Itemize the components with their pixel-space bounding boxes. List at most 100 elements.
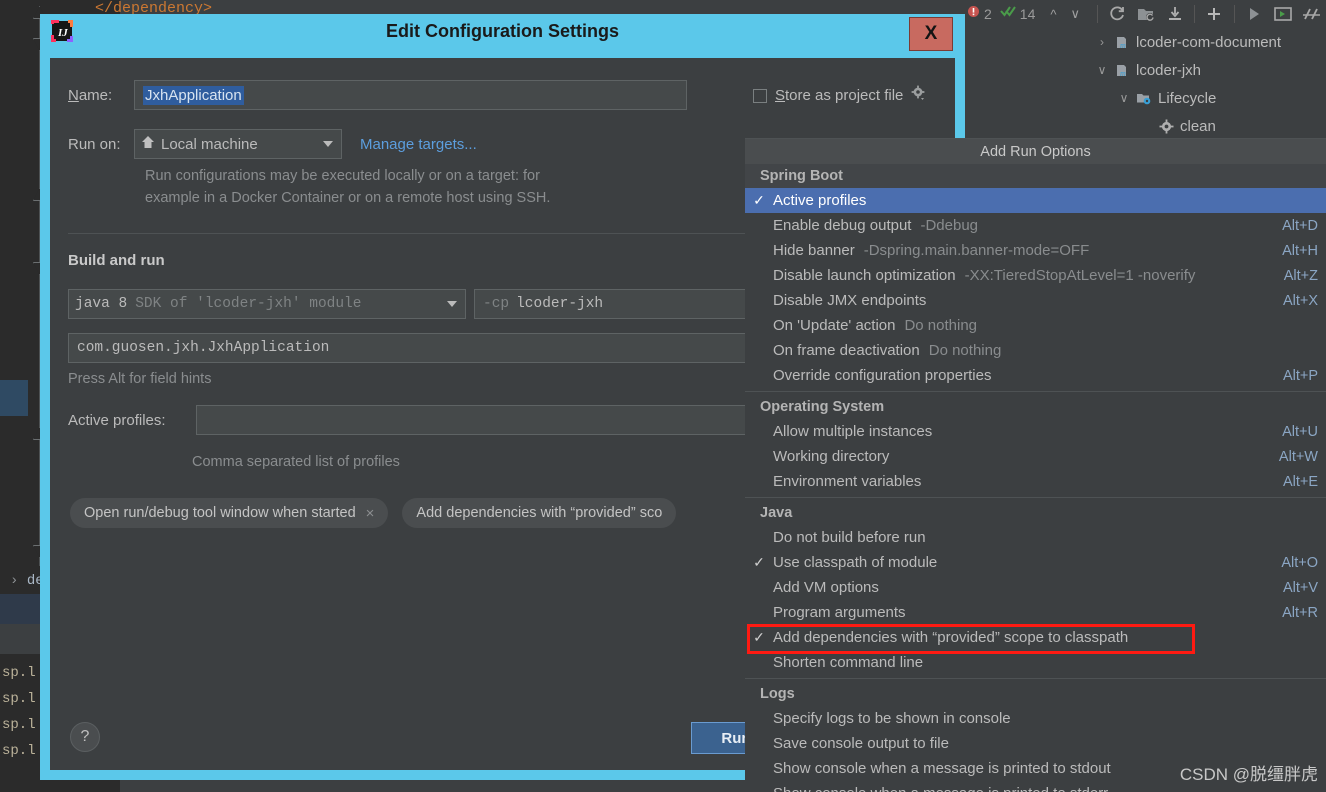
menu-item-label: Enable debug output xyxy=(773,217,912,234)
main-class-input[interactable]: com.guosen.jxh.JxhApplication xyxy=(68,333,774,363)
chevron-down-icon[interactable]: ∨ xyxy=(1092,63,1112,77)
menu-item-label: Disable launch optimization xyxy=(773,267,956,284)
classpath-prefix: -cp xyxy=(483,296,510,312)
execute-maven-goal-icon[interactable] xyxy=(1269,1,1298,27)
toggle-offline-icon[interactable] xyxy=(1297,1,1326,27)
ide-toolbar[interactable]: 2 14 ^ ∨ xyxy=(963,0,1326,28)
menu-item[interactable]: Environment variables Alt+E xyxy=(745,469,1326,494)
menu-item[interactable]: ✓ Use classpath of module Alt+O xyxy=(745,550,1326,575)
menu-item-label: Show console when a message is printed t… xyxy=(773,760,1111,777)
chevron-right-icon[interactable]: › xyxy=(1092,35,1112,49)
menu-item[interactable]: Program arguments Alt+R xyxy=(745,600,1326,625)
jdk-sub-label: SDK of 'lcoder-jxh' module xyxy=(135,296,362,312)
chevron-down-icon[interactable] xyxy=(323,141,333,147)
menu-separator xyxy=(745,391,1326,392)
store-as-project-file-checkbox[interactable] xyxy=(753,88,767,103)
menu-item[interactable]: On 'Update' action Do nothing xyxy=(745,313,1326,338)
menu-item-shortcut: Alt+U xyxy=(1282,423,1318,440)
svg-text:m: m xyxy=(1120,41,1126,50)
maven-tool-window[interactable]: › m lcoder-com-document ∨ m lcoder-jxh ∨… xyxy=(1084,28,1326,138)
menu-item-shortcut: Alt+H xyxy=(1282,242,1318,259)
check-icon: ✓ xyxy=(753,554,765,570)
jdk-main-label: java 8 xyxy=(75,296,128,312)
maven-tree-item[interactable]: ∨ m lcoder-jxh xyxy=(1084,56,1326,84)
inspection-badge[interactable]: 14 xyxy=(1000,5,1036,23)
menu-item[interactable]: Do not build before run xyxy=(745,525,1326,550)
active-profiles-input[interactable] xyxy=(196,405,792,435)
menu-item-shortcut: Alt+V xyxy=(1282,579,1318,596)
jdk-select[interactable]: java 8 SDK of 'lcoder-jxh' module xyxy=(68,289,466,319)
menu-item-label: Shorten command line xyxy=(773,654,924,671)
download-sources-icon[interactable] xyxy=(1160,1,1189,27)
maven-tree-item-label: clean xyxy=(1180,117,1216,135)
error-count: 2 xyxy=(984,6,992,22)
menu-item-label: Specify logs to be shown in console xyxy=(773,710,1011,727)
check-icon: ✓ xyxy=(753,192,765,208)
manage-targets-link[interactable]: Manage targets... xyxy=(360,136,477,153)
dialog-title-bar: IJ Edit Configuration Settings X xyxy=(40,14,965,51)
chevron-down-icon[interactable]: ∨ xyxy=(1114,91,1134,105)
chip-label: Open run/debug tool window when started xyxy=(84,505,356,521)
maven-tree-item[interactable]: ∨ Lifecycle xyxy=(1084,84,1326,112)
menu-item[interactable]: Shorten command line xyxy=(745,650,1326,675)
run-on-value: Local machine xyxy=(161,135,258,153)
chevron-down-icon[interactable]: ∨ xyxy=(1063,6,1087,22)
home-icon xyxy=(141,135,155,153)
refresh-icon[interactable] xyxy=(1103,1,1132,27)
close-icon[interactable]: X xyxy=(909,17,953,51)
maven-tree-item[interactable]: clean xyxy=(1084,112,1326,140)
close-icon[interactable]: × xyxy=(366,505,375,522)
plus-icon[interactable] xyxy=(1200,1,1229,27)
classpath-input[interactable]: -cp lcoder-jxh xyxy=(474,289,774,319)
chevron-down-icon[interactable] xyxy=(447,301,457,307)
menu-item-sublabel: -Dspring.main.banner-mode=OFF xyxy=(863,242,1090,259)
option-chips: Open run/debug tool window when started … xyxy=(70,498,677,528)
name-input[interactable]: JxhApplication xyxy=(134,80,687,110)
menu-item[interactable]: Specify logs to be shown in console xyxy=(745,706,1326,731)
menu-item[interactable]: Working directory Alt+W xyxy=(745,444,1326,469)
help-button[interactable]: ? xyxy=(70,722,100,752)
run-on-hint: Run configurations may be executed local… xyxy=(145,165,705,209)
menu-item[interactable]: Save console output to file xyxy=(745,731,1326,756)
warning-count: 14 xyxy=(1019,6,1036,22)
maven-tree-item[interactable]: › m lcoder-com-document xyxy=(1084,28,1326,56)
store-as-project-file-row[interactable]: Store as project file xyxy=(753,85,927,106)
menu-item[interactable]: Add VM options Alt+V xyxy=(745,575,1326,600)
menu-item[interactable]: Allow multiple instances Alt+U xyxy=(745,419,1326,444)
gear-icon[interactable] xyxy=(911,85,927,106)
gear-icon xyxy=(1156,119,1176,134)
menu-item[interactable]: Enable debug output -Ddebug Alt+D xyxy=(745,213,1326,238)
add-maven-project-icon[interactable] xyxy=(1132,1,1161,27)
menu-item[interactable]: ✓ Active profiles xyxy=(745,188,1326,213)
chip-add-dependencies-provided-scope[interactable]: Add dependencies with “provided” sco xyxy=(402,498,677,528)
maven-module-icon: m xyxy=(1112,63,1132,78)
menu-item[interactable]: Disable JMX endpoints Alt+X xyxy=(745,288,1326,313)
run-icon[interactable] xyxy=(1240,1,1269,27)
menu-item-label: Working directory xyxy=(773,448,890,465)
menu-item-shortcut: Alt+X xyxy=(1282,292,1318,309)
menu-item-shortcut: Alt+W xyxy=(1278,448,1318,465)
chip-open-run-debug-tool-window[interactable]: Open run/debug tool window when started … xyxy=(70,498,389,528)
menu-item[interactable]: On frame deactivation Do nothing xyxy=(745,338,1326,363)
lifecycle-folder-icon xyxy=(1134,91,1154,106)
error-badge[interactable]: 2 xyxy=(967,5,992,23)
run-on-select[interactable]: Local machine xyxy=(134,129,342,159)
menu-item-label: On 'Update' action xyxy=(773,317,896,334)
menu-item-label: Show console when a message is printed t… xyxy=(773,785,1108,792)
menu-item[interactable]: Disable launch optimization -XX:TieredSto… xyxy=(745,263,1326,288)
csdn-watermark: CSDN @脱缰胖虎 xyxy=(1179,765,1318,784)
menu-item-label: Add dependencies with “provided” scope t… xyxy=(773,629,1129,646)
selected-line-band xyxy=(0,380,28,416)
dialog-title: Edit Configuration Settings xyxy=(386,20,619,41)
add-run-options-popup[interactable]: Add Run Options Spring Boot ✓ Active profi… xyxy=(745,138,1326,792)
menu-item[interactable]: Override configuration properties Alt+P xyxy=(745,363,1326,388)
menu-item[interactable]: ✓ Add dependencies with “provided” scope … xyxy=(745,625,1326,650)
menu-item-shortcut: Alt+P xyxy=(1282,367,1318,384)
check-icon: ✓ xyxy=(753,629,765,645)
toolbar-divider xyxy=(1097,5,1098,23)
menu-item-label: Program arguments xyxy=(773,604,906,621)
menu-item[interactable]: Hide banner -Dspring.main.banner-mode=OFF… xyxy=(745,238,1326,263)
chevron-up-icon[interactable]: ^ xyxy=(1043,7,1063,22)
menu-item-label: Save console output to file xyxy=(773,735,949,752)
maven-tree-item-label: lcoder-jxh xyxy=(1136,61,1202,79)
